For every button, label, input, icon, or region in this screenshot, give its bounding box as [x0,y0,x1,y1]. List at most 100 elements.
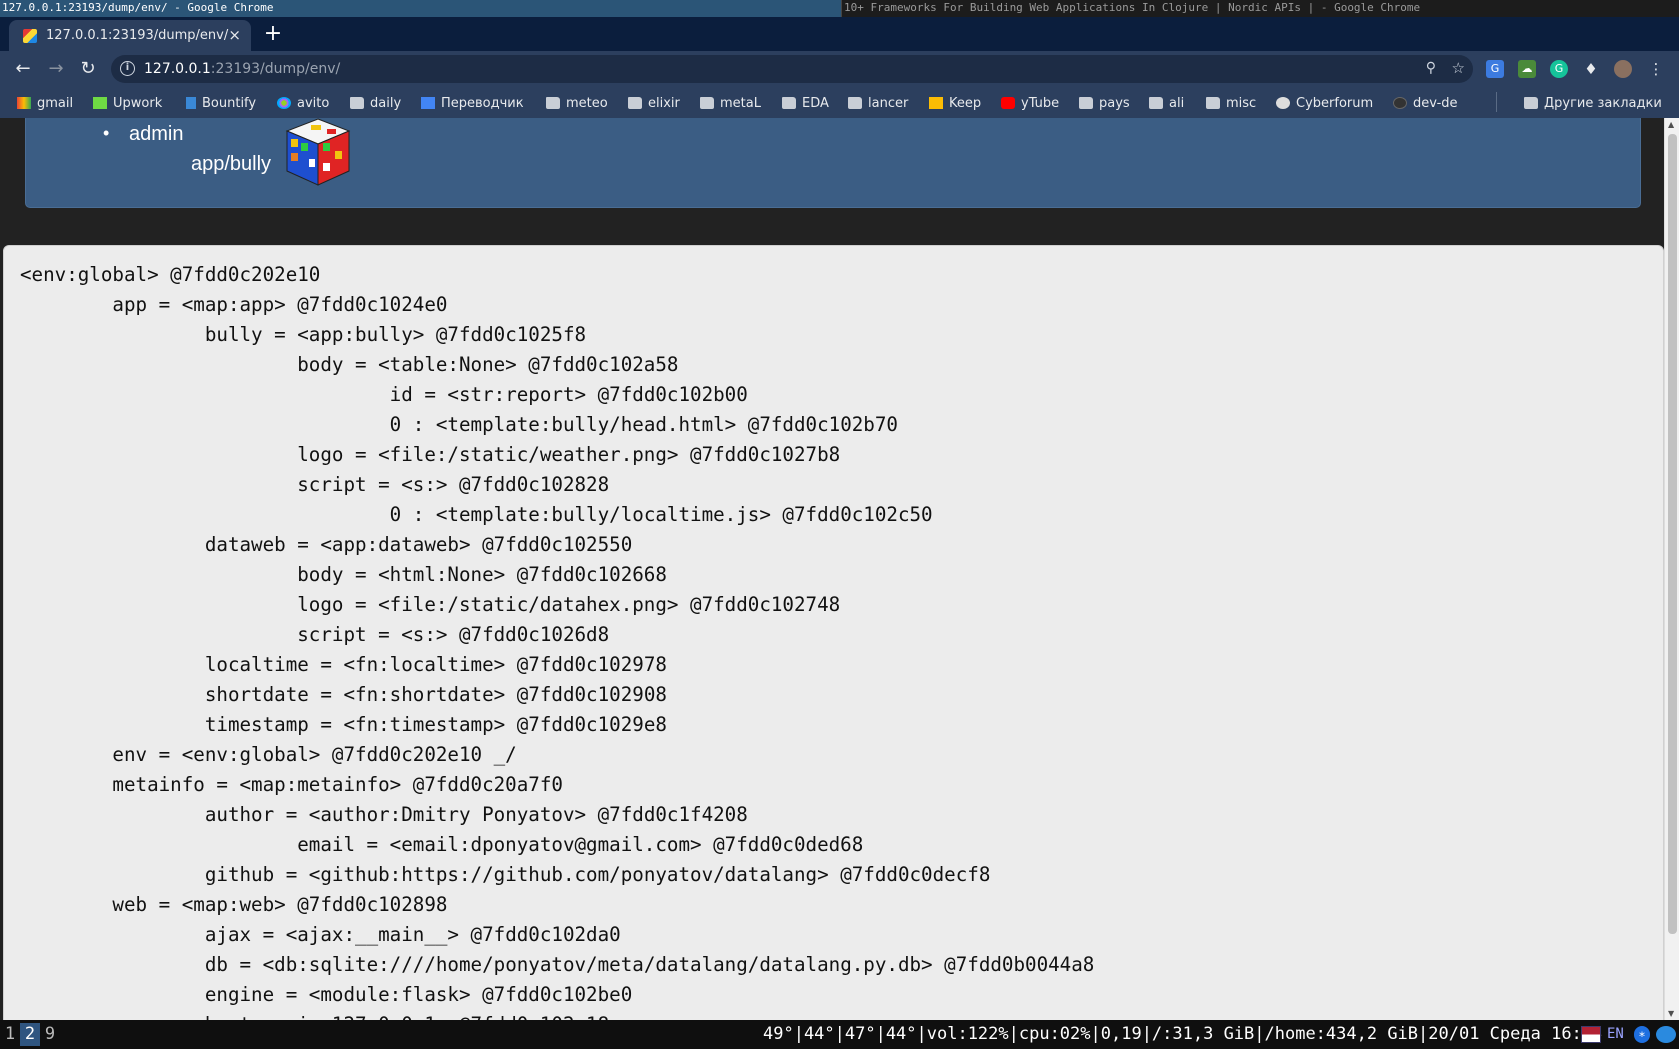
google-translate-extension-icon[interactable]: G [1486,60,1504,78]
avito-icon [277,97,291,109]
folder-icon [546,97,560,109]
scrollbar-thumb[interactable] [1668,134,1677,934]
workspace-2[interactable]: 2 [20,1023,40,1046]
dump-line: logo = <file:/static/weather.png> @7fdd0… [297,443,841,466]
bookmark-upwork[interactable]: Upwork [93,94,162,112]
bookmark-gmail[interactable]: gmail [17,94,73,112]
dump-line: ajax = <ajax:__main__> @7fdd0c102da0 [204,923,621,946]
reload-icon[interactable]: ↻ [77,58,99,80]
browser-menu-icon[interactable]: ⋮ [1647,60,1665,78]
bluetooth-icon[interactable]: ∗ [1634,1026,1650,1043]
env-dump-text: <env:global> @7fdd0c202e10 app = <map:ap… [20,260,1094,1020]
bookmark-label: EDA [802,95,829,111]
forward-arrow-icon[interactable]: → [45,58,67,80]
window-title-bar: 127.0.0.1:23193/dump/env/ - Google Chrom… [0,0,1679,17]
dump-line: app = <map:app> @7fdd0c1024e0 [112,293,448,316]
nav-item-admin[interactable]: admin [103,123,184,146]
rubiks-cube-favicon-icon [23,29,37,43]
bookmark-folder-other[interactable]: Другие закладки [1524,94,1662,112]
dump-line: bully = <app:bully> @7fdd0c1025f8 [204,323,587,346]
bookmark-label: Keep [949,95,982,111]
folder-icon [1206,97,1220,109]
bookmarks-bar: gmail Upwork Bountify avito daily Перево… [0,87,1679,118]
url-text[interactable]: 127.0.0.1:23193/dump/env/ [144,61,340,77]
us-flag-icon[interactable] [1581,1026,1601,1043]
site-info-icon[interactable]: i [120,61,135,76]
bookmark-label: dev-de [1413,95,1458,111]
folder-icon [1079,97,1093,109]
back-arrow-icon[interactable]: ← [12,58,34,80]
bookmark-folder-lancer[interactable]: lancer [848,94,908,112]
dump-line: github = <github:https://github.com/pony… [204,863,991,886]
youtube-icon [1001,97,1015,109]
bookmark-folder-eda[interactable]: EDA [782,94,829,112]
folder-icon [350,97,364,109]
address-bar[interactable]: i 127.0.0.1:23193/dump/env/ ⚲ ☆ [111,55,1473,83]
bookmark-label: daily [370,95,402,111]
network-icon[interactable] [1656,1026,1676,1043]
folder-icon [700,97,714,109]
bookmark-folder-daily[interactable]: daily [350,94,401,112]
dump-line: email = <email:dponyatov@gmail.com> @7fd… [297,833,864,856]
gmail-icon [17,97,31,109]
extensions-puzzle-icon[interactable]: ♦ [1582,60,1600,78]
keep-icon [929,97,943,109]
folder-icon [628,97,642,109]
bookmark-label: Переводчик [441,95,524,111]
translate-icon [421,97,435,109]
bookmark-dev-de[interactable]: dev-de [1393,94,1458,112]
dump-line: 0 : <template:bully/head.html> @7fdd0c10… [389,413,898,436]
dump-line: id = <str:report> @7fdd0c102b00 [389,383,748,406]
tab-title: 127.0.0.1:23193/dump/env/ [46,28,229,43]
keyboard-layout[interactable]: EN [1607,1026,1624,1043]
folder-icon [782,97,796,109]
folder-icon [848,97,862,109]
page-scrollbar[interactable]: ▲ ▼ [1664,118,1679,1020]
zoom-icon[interactable]: ⚲ [1426,60,1436,76]
dump-line: script = <s:> @7fdd0c1026d8 [297,623,610,646]
workspace-1[interactable]: 1 [0,1023,20,1046]
dump-line: body = <html:None> @7fdd0c102668 [297,563,667,586]
dump-line: env = <env:global> @7fdd0c202e10 _/ [112,743,517,766]
new-tab-button[interactable]: + [262,23,284,46]
github-icon [1393,97,1407,109]
bookmark-bountify[interactable]: Bountify [186,94,256,112]
bookmark-folder-elixir[interactable]: elixir [628,94,680,112]
bookmark-keep[interactable]: Keep [929,94,981,112]
close-tab-icon[interactable]: × [228,26,241,44]
bookmark-folder-metal[interactable]: metaL [700,94,761,112]
dump-line: shortdate = <fn:shortdate> @7fdd0c102908 [204,683,667,706]
profile-avatar[interactable] [1614,60,1632,78]
bookmark-folder-meteo[interactable]: meteo [546,94,608,112]
bookmark-label: gmail [37,95,74,111]
weather-extension-icon[interactable]: ☁ [1518,60,1536,78]
browser-toolbar: ← → ↻ i 127.0.0.1:23193/dump/env/ ⚲ ☆ G … [0,51,1679,87]
bookmark-label: Upwork [113,95,163,111]
bookmark-star-icon[interactable]: ☆ [1452,59,1465,77]
folder-icon [1149,97,1163,109]
browser-tab[interactable]: 127.0.0.1:23193/dump/env/ × [9,20,251,51]
grammarly-extension-icon[interactable]: G [1550,60,1568,78]
rubiks-cube-logo-icon [285,118,351,186]
inactive-window-title[interactable]: 10+ Frameworks For Building Web Applicat… [841,0,1679,17]
page-viewport: admin app/bully <env:global> @7fdd0c202e… [0,118,1664,1020]
bookmarks-divider [1496,92,1497,112]
dump-line: engine = <module:flask> @7fdd0c102be0 [204,983,633,1006]
app-label[interactable]: app/bully [191,153,271,176]
dump-line: dataweb = <app:dataweb> @7fdd0c102550 [204,533,633,556]
bookmark-cyberforum[interactable]: Cyberforum [1276,94,1373,112]
bookmark-translate[interactable]: Переводчик [421,94,524,112]
bookmark-folder-misc[interactable]: misc [1206,94,1256,112]
dump-line: author = <author:Dmitry Ponyatov> @7fdd0… [204,803,748,826]
bookmark-youtube[interactable]: yTube [1001,94,1059,112]
bookmark-label: meteo [566,95,608,111]
scroll-up-arrow-icon[interactable]: ▲ [1668,120,1674,129]
bookmark-avito[interactable]: avito [277,94,329,112]
workspace-9[interactable]: 9 [40,1023,60,1046]
bookmark-folder-pays[interactable]: pays [1079,94,1130,112]
dump-line: <env:global> @7fdd0c202e10 [20,263,321,286]
bookmark-label: yTube [1021,95,1060,111]
bookmark-folder-ali[interactable]: ali [1149,94,1184,112]
scroll-down-arrow-icon[interactable]: ▼ [1668,1009,1674,1018]
active-window-title[interactable]: 127.0.0.1:23193/dump/env/ - Google Chrom… [0,0,841,17]
